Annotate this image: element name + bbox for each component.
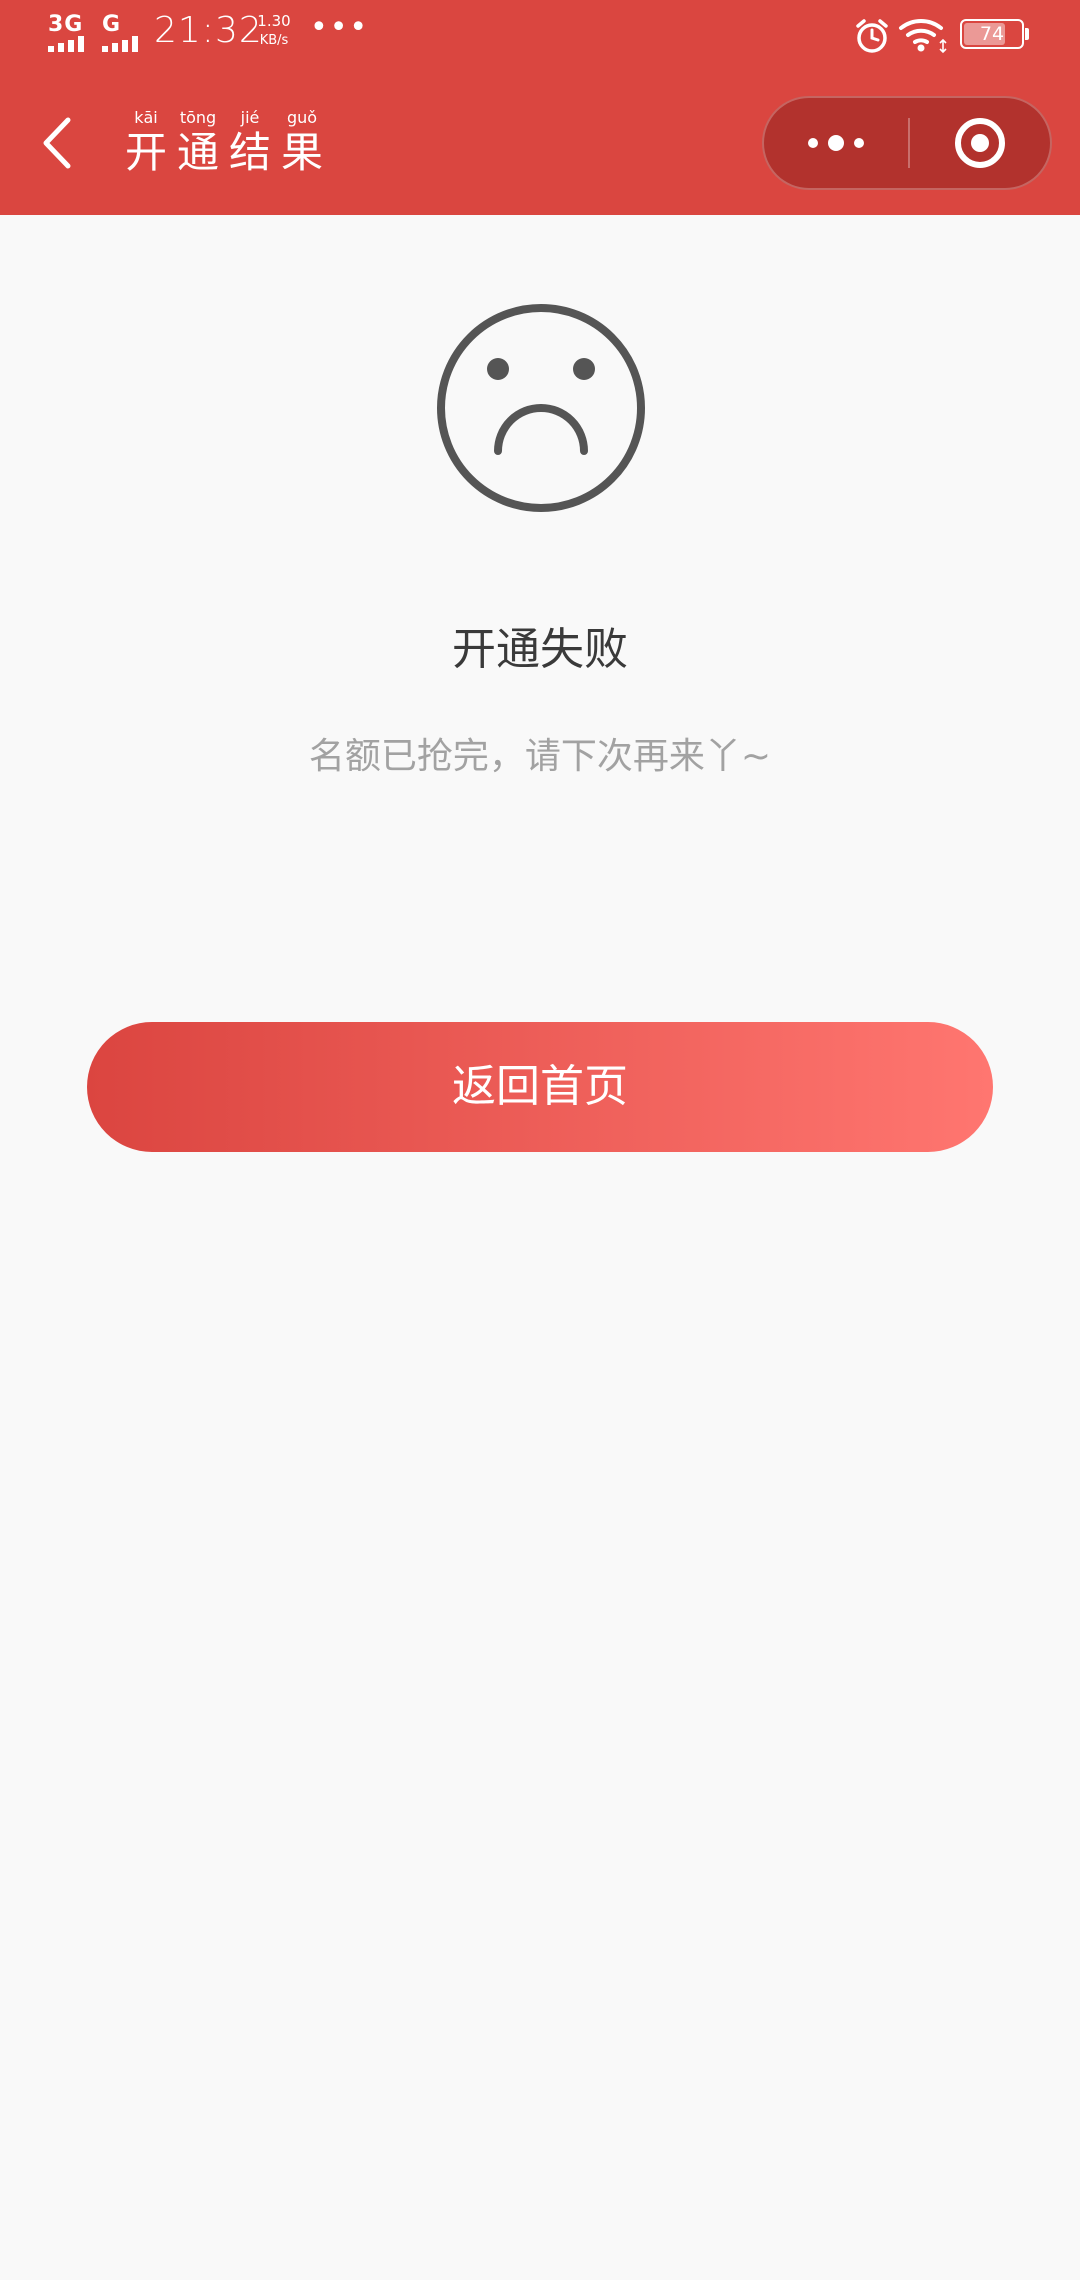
network-speed-value: 1.30 — [257, 12, 291, 30]
title-hanzi: 结 — [228, 128, 271, 177]
signal-bars-icon-2 — [102, 36, 138, 52]
network-speed-unit: KB/s — [259, 33, 289, 48]
title-char: jié 结 — [228, 108, 272, 178]
wifi-icon — [899, 18, 947, 54]
status-time: 21:32 — [154, 10, 263, 51]
title-hanzi: 通 — [176, 128, 219, 177]
more-dots-icon-right — [854, 138, 864, 148]
header: 3G G 21:32 1.30 KB/s ••• 74 kāi 开 tōng 通… — [0, 0, 1080, 215]
status-more-icon: ••• — [310, 10, 370, 45]
battery-cap — [1025, 28, 1029, 40]
battery-icon: 74 — [960, 19, 1024, 49]
title-pinyin: jié — [240, 108, 260, 127]
network-g-label: G — [102, 12, 122, 37]
capsule-close-button[interactable] — [910, 98, 1050, 188]
title-char: tōng 通 — [176, 108, 220, 178]
more-dots-icon-center — [828, 135, 844, 151]
back-button[interactable] — [30, 108, 86, 178]
page-title: kāi 开 tōng 通 jié 结 guǒ 果 — [124, 108, 324, 178]
title-pinyin: kāi — [134, 108, 158, 127]
status-bar: 3G G 21:32 1.30 KB/s ••• 74 — [0, 0, 1080, 72]
network-speed: 1.30 KB/s — [254, 12, 294, 50]
result-title: 开通失败 — [452, 624, 628, 675]
mini-program-capsule — [762, 96, 1052, 190]
battery-level: 74 — [979, 23, 1005, 45]
target-circle-icon — [955, 118, 1005, 168]
signal-bars-icon — [48, 36, 84, 52]
title-char: kāi 开 — [124, 108, 168, 178]
result-description: 名额已抢完，请下次再来丫~ — [308, 736, 772, 777]
sad-face-icon — [437, 304, 645, 512]
title-pinyin: tōng — [179, 108, 217, 127]
capsule-menu-button[interactable] — [764, 98, 908, 188]
back-to-home-button[interactable]: 返回首页 — [87, 1022, 993, 1152]
chevron-left-icon — [43, 117, 71, 169]
more-dots-icon — [808, 138, 818, 148]
title-hanzi: 开 — [124, 128, 167, 177]
title-pinyin: guǒ — [286, 108, 318, 127]
network-3g-label: 3G — [48, 12, 84, 37]
title-char: guǒ 果 — [280, 108, 324, 178]
title-hanzi: 果 — [280, 128, 323, 177]
alarm-icon — [856, 19, 888, 53]
